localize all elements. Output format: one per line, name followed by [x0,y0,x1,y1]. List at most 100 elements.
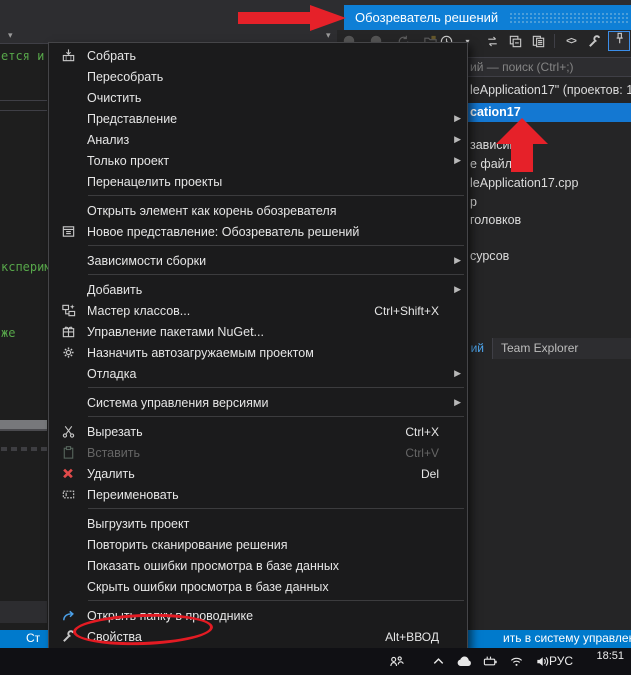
menu-item-set-as-startup-project[interactable]: Назначить автозагружаемым проектом [49,342,467,363]
menu-item-build[interactable]: Собрать [49,45,467,66]
search-placeholder: ий — поиск (Ctrl+;) [470,60,574,74]
menu-item-label: Очистить [87,91,449,105]
menu-item-view[interactable]: Представление▶ [49,108,467,129]
class-wizard-icon [49,303,87,318]
build-icon [49,48,87,63]
editor-splitter[interactable] [0,420,47,431]
menu-item-shortcut: Del [421,467,439,481]
auto-hide-pin-button[interactable] [608,31,630,51]
tab-team-explorer[interactable]: Team Explorer [501,338,578,359]
menu-item-label: Добавить [87,283,449,297]
dropdown-caret-icon[interactable]: ▾ [8,30,13,41]
battery-icon[interactable] [482,653,499,670]
menu-item-label: Только проект [87,154,449,168]
menu-item-shortcut: Alt+ВВОД [385,630,439,644]
rename-icon [49,487,87,502]
menu-item-analyze[interactable]: Анализ▶ [49,129,467,150]
tree-item-label: головков [470,213,521,227]
menu-item-label: Показать ошибки просмотра в базе данных [87,559,449,573]
menu-item-hide-browse-errors[interactable]: Скрыть ошибки просмотра в базе данных [49,576,467,597]
language-indicator[interactable]: РУС [549,654,573,668]
cut-icon [49,424,87,439]
menu-item-label: Перенацелить проекты [87,175,449,189]
paste-icon [49,445,87,460]
solution-explorer-title-bar[interactable]: Обозреватель решений [344,5,631,30]
nuget-icon [49,324,87,339]
menu-item-label: Собрать [87,49,449,63]
menu-item-label: Анализ [87,133,449,147]
menu-separator [88,195,464,196]
editor-divider [0,110,47,111]
code-fragment: ется и [1,49,44,63]
menu-item-label: Управление пакетами NuGet... [87,325,449,339]
menu-item-label: Выгрузить проект [87,517,449,531]
output-panel-edge [0,601,47,623]
menu-item-label: Новое представление: Обозреватель решени… [87,225,449,239]
submenu-arrow-icon: ▶ [449,368,461,379]
menu-item-rebuild[interactable]: Пересобрать [49,66,467,87]
menu-item-build-dependencies[interactable]: Зависимости сборки▶ [49,250,467,271]
tree-item-label: leApplication17" (проектов: 1 [470,83,631,97]
menu-separator [88,274,464,275]
wifi-icon[interactable] [508,653,525,670]
submenu-arrow-icon: ▶ [449,284,461,295]
menu-item-add[interactable]: Добавить▶ [49,279,467,300]
title-drag-grip [509,12,628,23]
menu-separator [88,245,464,246]
status-text: Ст [26,631,40,645]
menu-item-label: Скрыть ошибки просмотра в базе данных [87,580,449,594]
pin-icon [612,31,627,51]
menu-item-label: Переименовать [87,488,449,502]
menu-item-source-control[interactable]: Система управления версиями▶ [49,392,467,413]
add-to-source-control-button[interactable]: ить в систему управления ве [503,631,631,645]
tree-item-label: cation17 [470,105,521,119]
wrench-icon[interactable] [585,32,603,50]
menu-item-shortcut: Ctrl+X [405,425,439,439]
context-menu: СобратьПересобратьОчиститьПредставление▶… [48,42,468,650]
menu-separator [88,508,464,509]
menu-separator [88,416,464,417]
menu-item-rescan-solution[interactable]: Повторить сканирование решения [49,534,467,555]
menu-item-label: Открыть элемент как корень обозревателя [87,204,449,218]
menu-item-scope-to-this[interactable]: Открыть элемент как корень обозревателя [49,200,467,221]
menu-separator [88,387,464,388]
menu-item-shortcut: Ctrl+V [405,446,439,460]
menu-item-label: Отладка [87,367,449,381]
menu-item-label: Вырезать [87,425,405,439]
menu-item-delete[interactable]: ×УдалитьDel [49,463,467,484]
clock[interactable]: 18:51 [596,650,624,662]
chevron-up-icon[interactable] [430,653,447,670]
menu-item-manage-nuget-packages[interactable]: Управление пакетами NuGet... [49,321,467,342]
open-folder-icon [49,608,87,623]
menu-item-rename[interactable]: Переименовать [49,484,467,505]
menu-item-project-only[interactable]: Только проект▶ [49,150,467,171]
menu-item-paste[interactable]: ВставитьCtrl+V [49,442,467,463]
toolbar-separator [554,34,555,48]
people-icon[interactable] [388,653,405,670]
menu-item-label: Повторить сканирование решения [87,538,449,552]
editor-divider [0,100,47,101]
menu-item-cut[interactable]: ВырезатьCtrl+X [49,421,467,442]
submenu-arrow-icon: ▶ [449,255,461,266]
tree-item-label: р [470,195,477,209]
collapse-all-icon[interactable] [506,32,524,50]
dropdown-caret-icon[interactable]: ▾ [326,30,331,41]
solution-explorer-title: Обозреватель решений [355,10,498,25]
preview-pages-icon[interactable] [529,32,547,50]
windows-taskbar: РУС 18:51 [0,648,631,675]
menu-item-new-solution-explorer-view[interactable]: Новое представление: Обозреватель решени… [49,221,467,242]
menu-item-retarget-projects[interactable]: Перенацелить проекты [49,171,467,192]
menu-item-label: Зависимости сборки [87,254,449,268]
delete-icon: × [49,467,87,480]
cloud-icon[interactable] [456,653,473,670]
menu-item-unload-project[interactable]: Выгрузить проект [49,513,467,534]
menu-item-label: Удалить [87,467,421,481]
menu-item-show-browse-errors[interactable]: Показать ошибки просмотра в базе данных [49,555,467,576]
menu-item-label: Представление [87,112,449,126]
menu-item-debug[interactable]: Отладка▶ [49,363,467,384]
menu-item-class-wizard[interactable]: Мастер классов...Ctrl+Shift+X [49,300,467,321]
code-fragment: ксперим [1,260,52,274]
view-code-icon[interactable]: <> [562,32,580,50]
sync-icon[interactable] [483,32,501,50]
menu-item-clean[interactable]: Очистить [49,87,467,108]
